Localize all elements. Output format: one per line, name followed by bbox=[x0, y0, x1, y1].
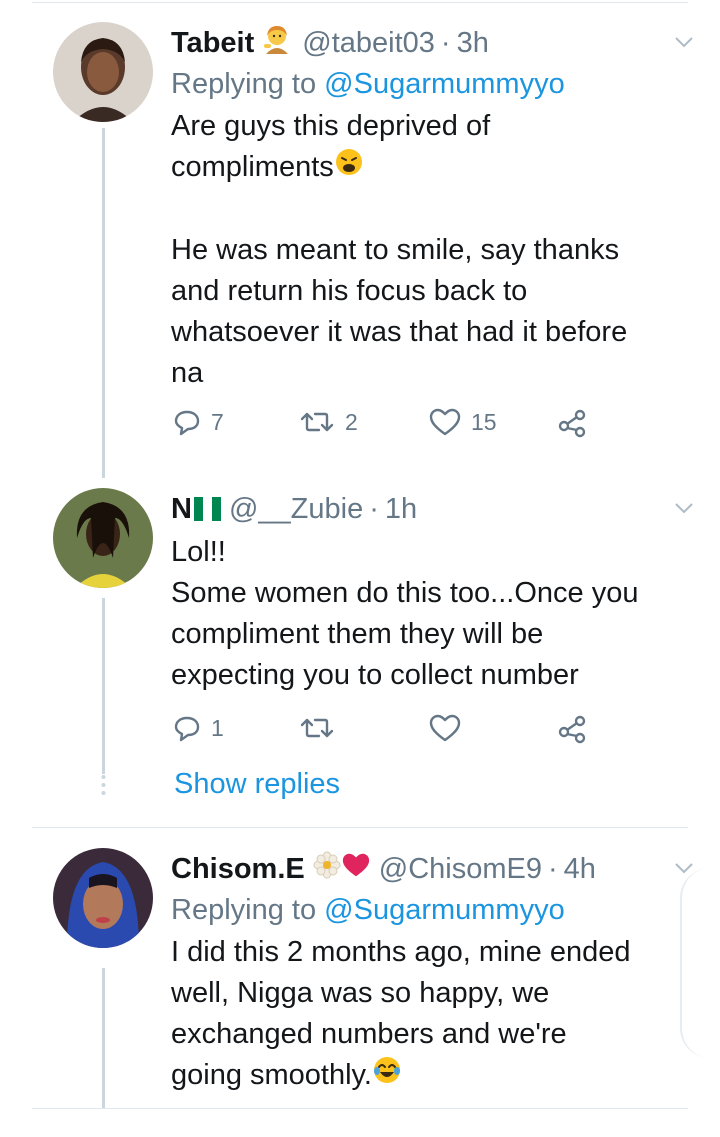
share-button[interactable] bbox=[557, 408, 589, 438]
replying-prefix: Replying to bbox=[171, 68, 325, 100]
text-line-with-emoji: compliments bbox=[171, 147, 680, 189]
retweet-button[interactable]: 2 bbox=[299, 408, 358, 436]
tweet-text: I did this 2 months ago, mine ended well… bbox=[171, 932, 680, 1097]
blossom-emoji bbox=[313, 851, 341, 887]
chevron-down-icon[interactable] bbox=[674, 32, 694, 52]
like-icon bbox=[429, 409, 461, 436]
tweet-text: Lol!! Some women do this too...Once you … bbox=[171, 532, 680, 696]
text-line: expecting you to collect number bbox=[171, 659, 579, 691]
replying-to: Replying to @Sugarmummyyo bbox=[171, 64, 680, 104]
text-line: Are guys this deprived of bbox=[171, 110, 491, 142]
woman-tipping-hand-emoji bbox=[262, 24, 292, 62]
reply-button[interactable]: 1 bbox=[173, 714, 224, 742]
text-line: compliments bbox=[171, 151, 334, 183]
separator-dot: · bbox=[369, 492, 379, 525]
text-line: well, Nigga was so happy, we bbox=[171, 977, 550, 1009]
text-line: He was meant to smile, say thanks bbox=[171, 234, 620, 267]
retweet-count: 2 bbox=[345, 408, 358, 435]
thread-line bbox=[102, 968, 105, 1108]
retweet-icon bbox=[300, 718, 334, 738]
retweet-icon bbox=[300, 413, 334, 432]
replying-prefix: Replying to bbox=[171, 894, 325, 926]
heart-emoji bbox=[341, 851, 371, 887]
text-line: na bbox=[171, 357, 204, 390]
thread-dots bbox=[101, 774, 106, 798]
timestamp[interactable]: 3h bbox=[457, 27, 489, 60]
retweet-button[interactable] bbox=[299, 714, 335, 742]
reply-icon bbox=[174, 411, 200, 436]
action-bar: 1 bbox=[171, 714, 680, 756]
tweet-header: Tabeit @tabeit03 · 3h bbox=[171, 22, 680, 64]
display-name[interactable]: Tabeit bbox=[171, 27, 254, 60]
mention-link[interactable]: @Sugarmummyyo bbox=[324, 894, 565, 926]
text-line: Some women do this too...Once you bbox=[171, 577, 639, 609]
separator-dot: · bbox=[440, 26, 451, 59]
replying-to: Replying to @Sugarmummyyo bbox=[171, 890, 680, 930]
action-bar: 7 2 15 bbox=[171, 408, 680, 450]
tweet-content: Chisom.E @ChisomE9 · 4h Replying to @Sug… bbox=[171, 848, 680, 1097]
thread-line bbox=[102, 598, 105, 774]
text-line: I did this 2 months ago, mine ended bbox=[171, 936, 631, 968]
tweet-content: Tabeit @tabeit03 · 3h Replying to @Sugar… bbox=[171, 22, 680, 450]
avatar-chisom[interactable] bbox=[53, 848, 153, 948]
text-line: going smoothly. bbox=[171, 1059, 372, 1091]
tweet-text: Are guys this deprived of compliments He… bbox=[171, 106, 680, 394]
reply-button[interactable]: 7 bbox=[173, 408, 224, 436]
chevron-down-icon[interactable] bbox=[674, 498, 694, 518]
share-icon bbox=[558, 410, 586, 438]
joy-emoji bbox=[372, 1055, 402, 1097]
divider bbox=[32, 1108, 688, 1109]
like-count: 15 bbox=[471, 408, 497, 435]
display-name[interactable]: N bbox=[171, 493, 192, 526]
like-button[interactable] bbox=[429, 714, 461, 742]
avatar-tabeit[interactable] bbox=[53, 22, 153, 122]
tweet-tabeit[interactable]: Tabeit @tabeit03 · 3h Replying to @Sugar… bbox=[0, 0, 720, 480]
reply-count: 7 bbox=[211, 408, 224, 435]
handle[interactable]: @ChisomE9 bbox=[379, 853, 542, 886]
tweet-content: N @__Zubie · 1h Lol!! Some women do this… bbox=[171, 488, 680, 756]
text-line: exchanged numbers and we're bbox=[171, 1018, 567, 1050]
show-replies-link[interactable]: Show replies bbox=[174, 768, 340, 801]
tweet-header: N @__Zubie · 1h bbox=[171, 488, 680, 530]
text-line: Lol!! bbox=[171, 536, 226, 568]
nigeria-flag bbox=[193, 497, 221, 521]
text-line: whatsoever it was that had it before bbox=[171, 316, 628, 349]
avatar-zubie[interactable] bbox=[53, 488, 153, 588]
tweet-chisom[interactable]: Chisom.E @ChisomE9 · 4h Replying to @Sug… bbox=[0, 828, 720, 1108]
share-button[interactable] bbox=[557, 714, 589, 744]
handle[interactable]: @__Zubie bbox=[229, 493, 363, 526]
scroll-hint bbox=[680, 868, 720, 1058]
mention-link[interactable]: @Sugarmummyyo bbox=[324, 68, 565, 100]
text-line: and return his focus back to bbox=[171, 275, 528, 308]
thread-line bbox=[102, 128, 105, 478]
share-icon bbox=[558, 715, 586, 744]
separator-dot: · bbox=[547, 852, 558, 885]
like-icon bbox=[429, 714, 461, 742]
weary-face-emoji bbox=[334, 147, 364, 189]
like-button[interactable]: 15 bbox=[429, 408, 497, 436]
display-name[interactable]: Chisom.E bbox=[171, 853, 305, 886]
text-line-with-emoji: going smoothly. bbox=[171, 1055, 680, 1097]
tweet-zubie[interactable]: N @__Zubie · 1h Lol!! Some women do this… bbox=[0, 480, 720, 825]
text-line: compliment them they will be bbox=[171, 618, 544, 650]
timestamp[interactable]: 4h bbox=[564, 853, 596, 886]
timestamp[interactable]: 1h bbox=[385, 493, 417, 526]
handle[interactable]: @tabeit03 bbox=[302, 27, 435, 60]
reply-count: 1 bbox=[211, 714, 224, 741]
reply-icon bbox=[174, 716, 200, 742]
tweet-header: Chisom.E @ChisomE9 · 4h bbox=[171, 848, 680, 890]
